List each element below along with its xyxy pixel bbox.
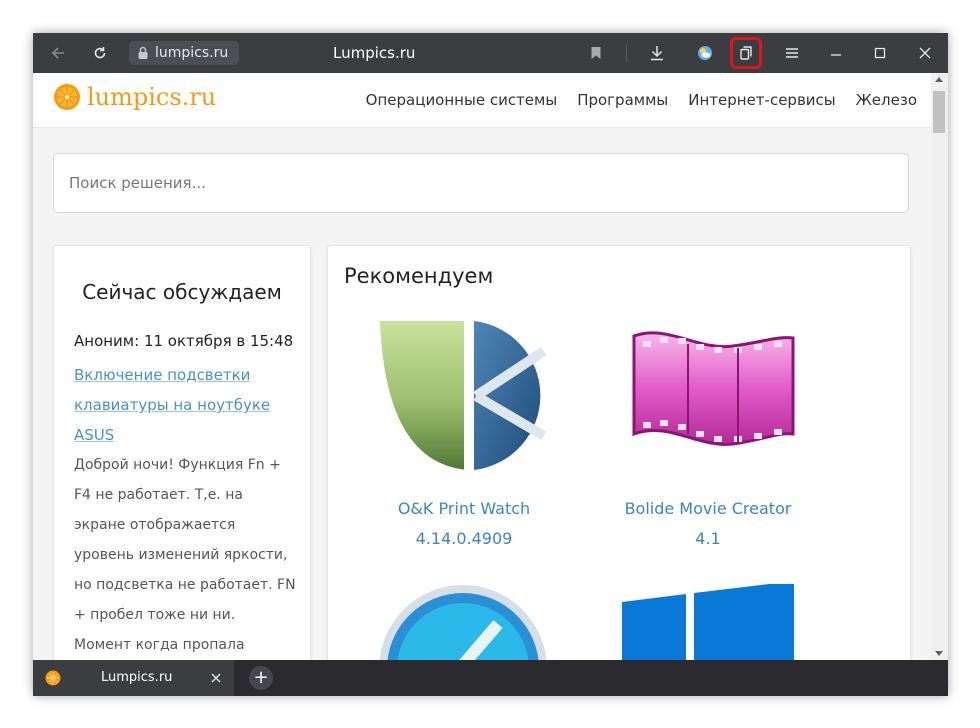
comment-author: Аноним: 11 октября в 15:48 [74,332,294,350]
main-nav: Операционные системы Программы Интернет-… [346,73,917,127]
address-bar[interactable]: lumpics.ru [129,41,239,65]
page-scrollbar[interactable] [931,73,948,660]
weather-icon [698,46,712,60]
app-name[interactable]: Bolide Movie Creator [588,494,828,524]
ok-print-watch-logo [380,321,547,470]
discussion-card: Сейчас обсуждаем Аноним: 11 октября в 15… [53,245,311,660]
tab-lumpics[interactable]: Lumpics.ru [33,660,234,696]
lock-icon [137,46,149,60]
minimize-button[interactable] [822,33,850,73]
comment-article-link[interactable]: Включение подсветки клавиатуры на ноутбу… [74,360,284,450]
recommend-title: Рекомендуем [344,264,494,288]
logo-text: lumpics.ru [87,83,217,111]
download-icon [651,46,663,61]
downloads-button[interactable] [643,33,671,73]
film-reel-logo [632,331,795,446]
app-item-partial-2[interactable] [620,584,796,660]
app-version: 4.1 [695,529,721,548]
app-name[interactable]: O&K Print Watch [344,494,584,524]
bookmark-button[interactable] [583,33,609,73]
blue-circle-app-icon [379,585,547,660]
minimize-icon [831,54,841,56]
browser-window: lumpics.ru Lumpics.ru lumpics.ru Операци… [33,33,948,696]
weather-button[interactable] [691,33,719,73]
site-header: lumpics.ru Операционные системы Программ… [33,73,931,128]
search-box [53,153,909,213]
collections-highlight [730,37,762,69]
address-text: lumpics.ru [155,45,229,61]
menu-icon [786,48,798,58]
refresh-icon [94,47,106,59]
search-input[interactable] [54,154,869,212]
scroll-thumb[interactable] [933,91,945,133]
nav-item-internet-services[interactable]: Интернет-сервисы [688,91,835,109]
app-item-partial-1[interactable] [378,584,548,660]
comment-text: Доброй ночи! Функция Fn + F4 не работает… [74,457,296,653]
tab-bar: Lumpics.ru + [33,660,948,696]
maximize-button[interactable] [866,33,894,73]
tab-close-icon[interactable] [211,673,221,683]
back-button[interactable] [43,33,73,73]
app-version: 4.14.0.4909 [415,529,513,548]
windows-logo-icon [622,584,794,660]
browser-titlebar: lumpics.ru Lumpics.ru [33,33,948,73]
menu-button[interactable] [778,33,806,73]
nav-item-programs[interactable]: Программы [577,91,668,109]
orange-favicon-icon [45,670,61,686]
tab-title: Lumpics.ru [101,670,173,685]
app-item-ok-print-watch[interactable]: O&K Print Watch 4.14.0.4909 [344,316,584,554]
scroll-down-icon[interactable] [935,651,943,656]
page-title: Lumpics.ru [333,44,416,62]
maximize-icon [874,47,886,59]
close-window-button[interactable] [911,33,939,73]
app-item-bolide-movie-creator[interactable]: Bolide Movie Creator 4.1 [588,316,828,554]
recommend-card: Рекомендуем O&K Print Watch 4.14.0.4909 … [327,245,911,660]
toolbar-divider [626,44,627,62]
bookmark-icon [591,47,601,59]
back-arrow-icon [51,47,64,59]
close-icon [919,47,931,59]
page-viewport: lumpics.ru Операционные системы Программ… [33,73,931,660]
site-logo[interactable]: lumpics.ru [53,83,216,111]
orange-logo-icon [54,84,80,110]
new-tab-button[interactable]: + [249,666,273,690]
nav-item-os[interactable]: Операционные системы [366,91,558,109]
nav-item-hardware[interactable]: Железо [856,91,917,109]
refresh-button[interactable] [85,33,115,73]
discussion-title: Сейчас обсуждаем [82,280,282,304]
scroll-up-icon[interactable] [935,77,943,82]
